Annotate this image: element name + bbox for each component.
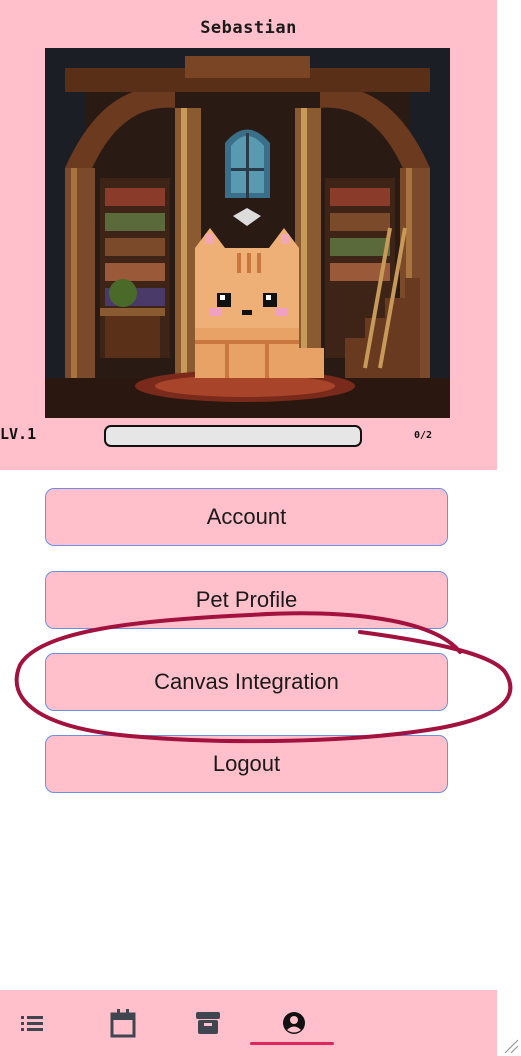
calendar-icon	[110, 1009, 136, 1038]
pet-profile-button[interactable]: Pet Profile	[45, 571, 448, 629]
pet-image	[45, 48, 450, 418]
logout-button[interactable]: Logout	[45, 735, 448, 793]
bottom-nav	[0, 990, 497, 1056]
nav-list-tab[interactable]	[2, 990, 62, 1056]
user-circle-icon	[283, 1012, 305, 1034]
active-tab-indicator	[250, 1042, 334, 1045]
xp-progress-bar	[104, 425, 362, 447]
level-label: LV.1	[0, 425, 37, 443]
pet-name: Sebastian	[200, 18, 297, 38]
list-icon	[21, 1016, 43, 1031]
library-cat-illustration	[45, 48, 450, 418]
canvas-integration-button[interactable]: Canvas Integration	[45, 653, 448, 711]
account-button[interactable]: Account	[45, 488, 448, 546]
archive-icon	[196, 1012, 220, 1034]
xp-count: 0/2	[414, 430, 433, 441]
nav-archive-tab[interactable]	[178, 990, 238, 1056]
pet-panel: Sebastian LV.1 0/2	[0, 0, 497, 470]
nav-profile-tab[interactable]	[264, 990, 324, 1056]
nav-calendar-tab[interactable]	[93, 990, 153, 1056]
resize-grip-icon[interactable]	[501, 1036, 519, 1054]
